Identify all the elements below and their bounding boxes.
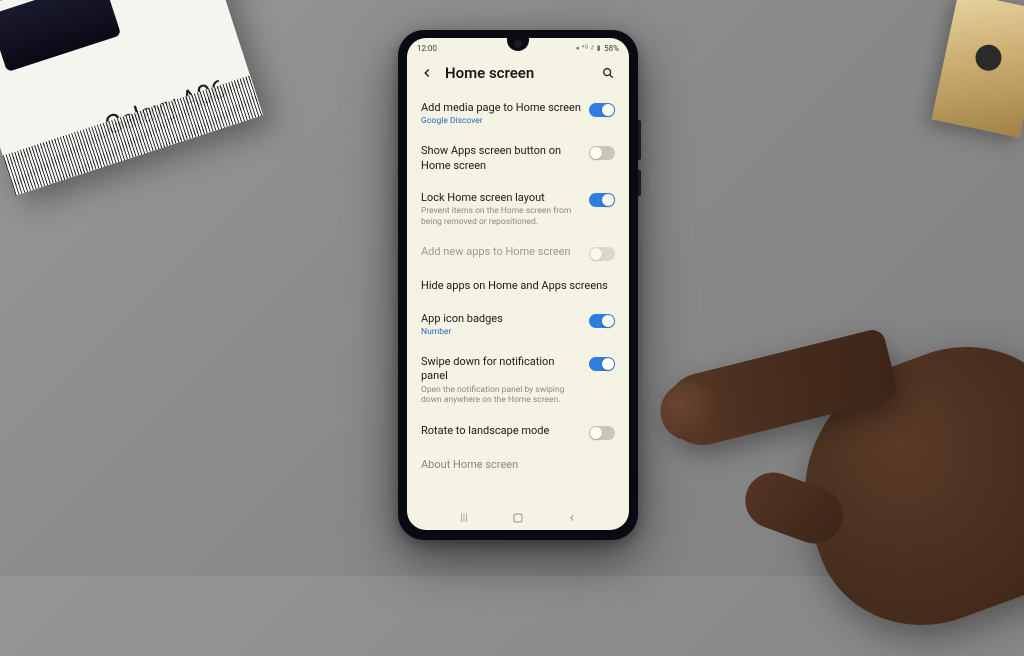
status-time: 12:00 — [417, 44, 437, 53]
phone-screen: 12:00 ◂ ⁴ᴳ ⫽ ▮ 58% Home screen Add media… — [407, 38, 629, 530]
signal-icons: ◂ ⁴ᴳ ⫽ ▮ — [575, 44, 601, 53]
back-button[interactable] — [419, 65, 435, 81]
battery-text: 58% — [604, 44, 619, 53]
phone-body: 12:00 ◂ ⁴ᴳ ⫽ ▮ 58% Home screen Add media… — [398, 30, 638, 540]
square-icon — [512, 512, 524, 524]
setting-title: Swipe down for notification panel — [421, 355, 581, 384]
product-box: SAMSUNG Galaxy A06 — [0, 0, 263, 196]
home-button[interactable] — [511, 511, 525, 525]
toggle-lock-layout[interactable] — [589, 193, 615, 207]
setting-title: Hide apps on Home and Apps screens — [421, 279, 615, 293]
toggle-swipe-down[interactable] — [589, 357, 615, 371]
setting-add-new-apps: Add new apps to Home screen — [421, 236, 615, 270]
setting-link: Google Discover — [421, 116, 581, 126]
setting-title: Add new apps to Home screen — [421, 245, 581, 259]
power-button — [638, 170, 641, 196]
setting-link: Number — [421, 327, 581, 337]
recents-button[interactable]: ||| — [457, 511, 471, 525]
product-box-image — [0, 0, 121, 72]
setting-sub: Open the notification panel by swiping d… — [421, 385, 581, 406]
barcode — [3, 75, 263, 195]
setting-title: Add media page to Home screen — [421, 101, 581, 115]
setting-hide-apps[interactable]: Hide apps on Home and Apps screens — [421, 270, 615, 302]
chevron-left-icon — [420, 66, 434, 80]
setting-title: About Home screen — [421, 458, 615, 472]
setting-title: Lock Home screen layout — [421, 191, 581, 205]
setting-add-media-page[interactable]: Add media page to Home screen Google Dis… — [421, 92, 615, 135]
setting-title: Show Apps screen button on Home screen — [421, 144, 581, 173]
wood-block-prop — [931, 0, 1024, 138]
page-title: Home screen — [445, 64, 589, 82]
setting-swipe-down[interactable]: Swipe down for notification panel Open t… — [421, 346, 615, 415]
toggle-add-media-page[interactable] — [589, 103, 615, 117]
search-icon — [601, 66, 615, 80]
setting-app-icon-badges[interactable]: App icon badges Number — [421, 303, 615, 346]
settings-list[interactable]: Add media page to Home screen Google Dis… — [407, 92, 629, 506]
search-button[interactable] — [599, 64, 617, 82]
status-right: ◂ ⁴ᴳ ⫽ ▮ 58% — [575, 44, 619, 53]
nav-bar: ||| — [407, 506, 629, 530]
setting-rotate-landscape[interactable]: Rotate to landscape mode — [421, 415, 615, 449]
setting-sub: Prevent items on the Home screen from be… — [421, 206, 581, 227]
back-nav-button[interactable] — [565, 511, 579, 525]
toggle-rotate-landscape[interactable] — [589, 426, 615, 440]
toggle-show-apps-button[interactable] — [589, 146, 615, 160]
toggle-app-icon-badges[interactable] — [589, 314, 615, 328]
recents-icon: ||| — [460, 513, 467, 524]
setting-show-apps-button[interactable]: Show Apps screen button on Home screen — [421, 135, 615, 182]
header-bar: Home screen — [407, 56, 629, 92]
hand — [624, 256, 1024, 576]
volume-button — [638, 120, 641, 160]
chevron-left-icon — [567, 513, 577, 523]
setting-lock-layout[interactable]: Lock Home screen layout Prevent items on… — [421, 182, 615, 237]
toggle-add-new-apps — [589, 247, 615, 261]
setting-title: Rotate to landscape mode — [421, 424, 581, 438]
setting-title: App icon badges — [421, 312, 581, 326]
setting-about-home[interactable]: About Home screen — [421, 449, 615, 472]
